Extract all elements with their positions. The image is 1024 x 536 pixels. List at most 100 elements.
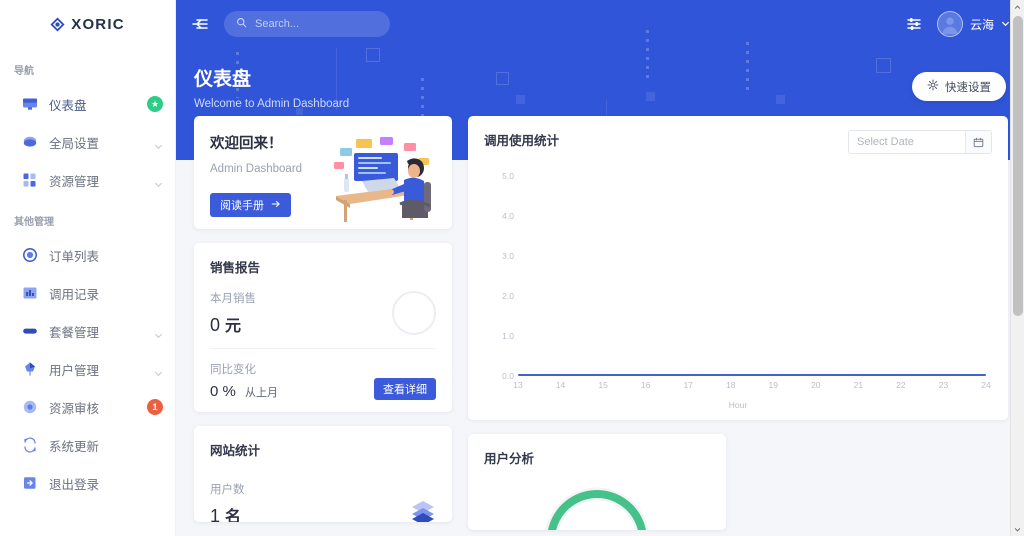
- hero-title-row: 仪表盘 Welcome to Admin Dashboard 快速设置: [176, 48, 1024, 110]
- sidebar-item-dashboard[interactable]: 仪表盘 ★: [0, 85, 175, 123]
- sales-amount: 0: [210, 315, 221, 335]
- desk-workspace-illustration: [334, 132, 436, 222]
- sales-change-label: 同比变化: [210, 364, 256, 376]
- sales-report-card: 销售报告 本月销售 0 元 同比变化 0 % 从上月 查看详细: [194, 243, 452, 412]
- sales-card-title: 销售报告: [210, 261, 261, 275]
- chart-x-tick: 18: [725, 380, 736, 390]
- sidebar-item-label: 仪表盘: [49, 98, 87, 113]
- sidebar-item-package-management[interactable]: 套餐管理: [0, 312, 175, 350]
- sidebar-item-call-records[interactable]: 调用记录: [0, 274, 175, 312]
- right-column: 调用使用统计 Select Date 0.0 1.0 2.0 3.0 4.0 5…: [468, 116, 1008, 530]
- sales-change-row: 同比变化 0 % 从上月 查看详细: [210, 349, 436, 400]
- sales-change-number: 0: [210, 383, 219, 400]
- chart-y-axis: 0.0 1.0 2.0 3.0 4.0 5.0: [484, 160, 518, 381]
- sidebar-item-user-management[interactable]: 用户管理: [0, 350, 175, 388]
- sidebar-item-label: 系统更新: [49, 439, 100, 454]
- progress-ring: [392, 291, 436, 335]
- grid-icon: [22, 172, 38, 188]
- topbar: 云海: [176, 0, 1024, 48]
- globe-settings-icon: [22, 134, 38, 150]
- chart-x-tick: 13: [513, 380, 523, 390]
- date-picker-text: Select Date: [857, 136, 914, 148]
- chart-header: 调用使用统计 Select Date: [484, 130, 992, 154]
- welcome-subtitle: Admin Dashboard: [210, 163, 303, 175]
- user-card-title: 用户分析: [484, 452, 535, 466]
- sidebar-item-logout[interactable]: 退出登录: [0, 464, 175, 502]
- dashboard-grid: 欢迎回来！ Admin Dashboard 阅读手册 销售报告 本月销售 0 元…: [176, 110, 1024, 530]
- search-box[interactable]: [224, 11, 390, 37]
- dashboard-icon: [22, 96, 38, 112]
- view-detail-button[interactable]: 查看详细: [374, 378, 436, 400]
- date-picker[interactable]: Select Date: [848, 130, 992, 154]
- sidebar-item-label: 资源审核: [49, 401, 100, 416]
- site-count: 1: [210, 506, 221, 522]
- chart-x-axis-label: Hour: [728, 400, 748, 410]
- sales-change-text: 同比变化 0 % 从上月: [210, 361, 374, 400]
- chart-x-tick: 24: [981, 380, 991, 390]
- chevron-down-icon[interactable]: [1001, 15, 1010, 33]
- sidebar-item-label: 订单列表: [49, 249, 100, 264]
- chart-x-tick: 14: [555, 380, 566, 390]
- chart-card-title: 调用使用统计: [484, 134, 560, 148]
- user-menu[interactable]: 云海: [936, 11, 1010, 37]
- refresh-icon: [22, 437, 38, 453]
- scroll-up-arrow[interactable]: [1011, 0, 1024, 14]
- capsule-icon: [22, 323, 38, 339]
- sidebar-item-resource-audit[interactable]: 资源审核 1: [0, 388, 175, 426]
- site-stats-card: 网站统计 用户数 1 名: [194, 426, 452, 522]
- chart-x-tick: 16: [640, 380, 651, 390]
- site-metric-text: 用户数 1 名: [210, 481, 410, 522]
- sidebar-item-order-list[interactable]: 订单列表: [0, 236, 175, 274]
- usage-chart-card: 调用使用统计 Select Date 0.0 1.0 2.0 3.0 4.0 5…: [468, 116, 1008, 420]
- chevron-down-icon[interactable]: [154, 176, 163, 187]
- page-subtitle: Welcome to Admin Dashboard: [194, 98, 350, 110]
- sidebar-item-system-update[interactable]: 系统更新: [0, 426, 175, 464]
- read-manual-label: 阅读手册: [220, 200, 264, 212]
- chevron-down-icon[interactable]: [154, 138, 163, 149]
- user-pin-icon: [22, 361, 38, 377]
- app-root: XORIC 导航 仪表盘 ★ 全局设置 资源管理 其他管理 订单列表 调用记录 …: [0, 0, 1024, 536]
- layers-icon: [410, 499, 436, 522]
- sidebar-item-label: 全局设置: [49, 136, 100, 151]
- sales-change-unit: %: [222, 383, 236, 400]
- quick-settings-button[interactable]: 快速设置: [912, 72, 1006, 101]
- site-metric-label: 用户数: [210, 484, 245, 496]
- site-card-title: 网站统计: [210, 444, 261, 458]
- calendar-icon[interactable]: [965, 131, 991, 153]
- usage-chart-plot: 0.0 1.0 2.0 3.0 4.0 5.0 13 14 15 16 17 18 19 20 21 22 2…: [484, 160, 992, 410]
- nav-section-label-0: 导航: [14, 66, 34, 77]
- scrollbar-thumb[interactable]: [1013, 16, 1023, 316]
- audit-icon: [22, 399, 38, 415]
- collapse-sidebar-icon[interactable]: [190, 14, 210, 34]
- sales-change-value: 0 % 从上月: [210, 383, 374, 400]
- chevron-down-icon[interactable]: [154, 327, 163, 338]
- user-analysis-card: 用户分析: [468, 434, 726, 530]
- sales-change-note: 从上月: [245, 387, 279, 399]
- search-input[interactable]: [255, 18, 378, 30]
- sliders-settings-icon[interactable]: [905, 15, 923, 33]
- sales-metric-label: 本月销售: [210, 293, 256, 305]
- bottom-row: 用户分析: [468, 434, 1008, 530]
- donut-chart: [537, 480, 657, 530]
- chart-y-tick: 3.0: [502, 251, 514, 261]
- logout-icon: [22, 475, 38, 491]
- diamond-logo-icon: [50, 16, 65, 32]
- sales-metric-row: 本月销售 0 元: [210, 276, 436, 348]
- chart-x-tick: 15: [598, 380, 608, 390]
- quick-settings-label: 快速设置: [945, 81, 991, 94]
- main-content: 云海 仪表盘 Welcome to Admin Dashboard: [176, 0, 1024, 536]
- chart-y-tick: 2.0: [502, 291, 514, 301]
- sidebar-item-resource-management[interactable]: 资源管理: [0, 161, 175, 199]
- scroll-down-arrow[interactable]: [1011, 522, 1024, 536]
- search-icon: [236, 15, 247, 33]
- sidebar-item-global-settings[interactable]: 全局设置: [0, 123, 175, 161]
- chevron-down-icon[interactable]: [154, 365, 163, 376]
- page-scrollbar[interactable]: [1010, 0, 1024, 536]
- read-manual-button[interactable]: 阅读手册: [210, 193, 291, 217]
- sidebar-item-label: 资源管理: [49, 174, 100, 189]
- chart-x-tick: 23: [938, 380, 949, 390]
- chart-x-tick: 21: [853, 380, 864, 390]
- brand-logo[interactable]: XORIC: [0, 0, 175, 48]
- left-column: 欢迎回来！ Admin Dashboard 阅读手册 销售报告 本月销售 0 元…: [194, 116, 452, 522]
- user-name: 云海: [969, 17, 994, 32]
